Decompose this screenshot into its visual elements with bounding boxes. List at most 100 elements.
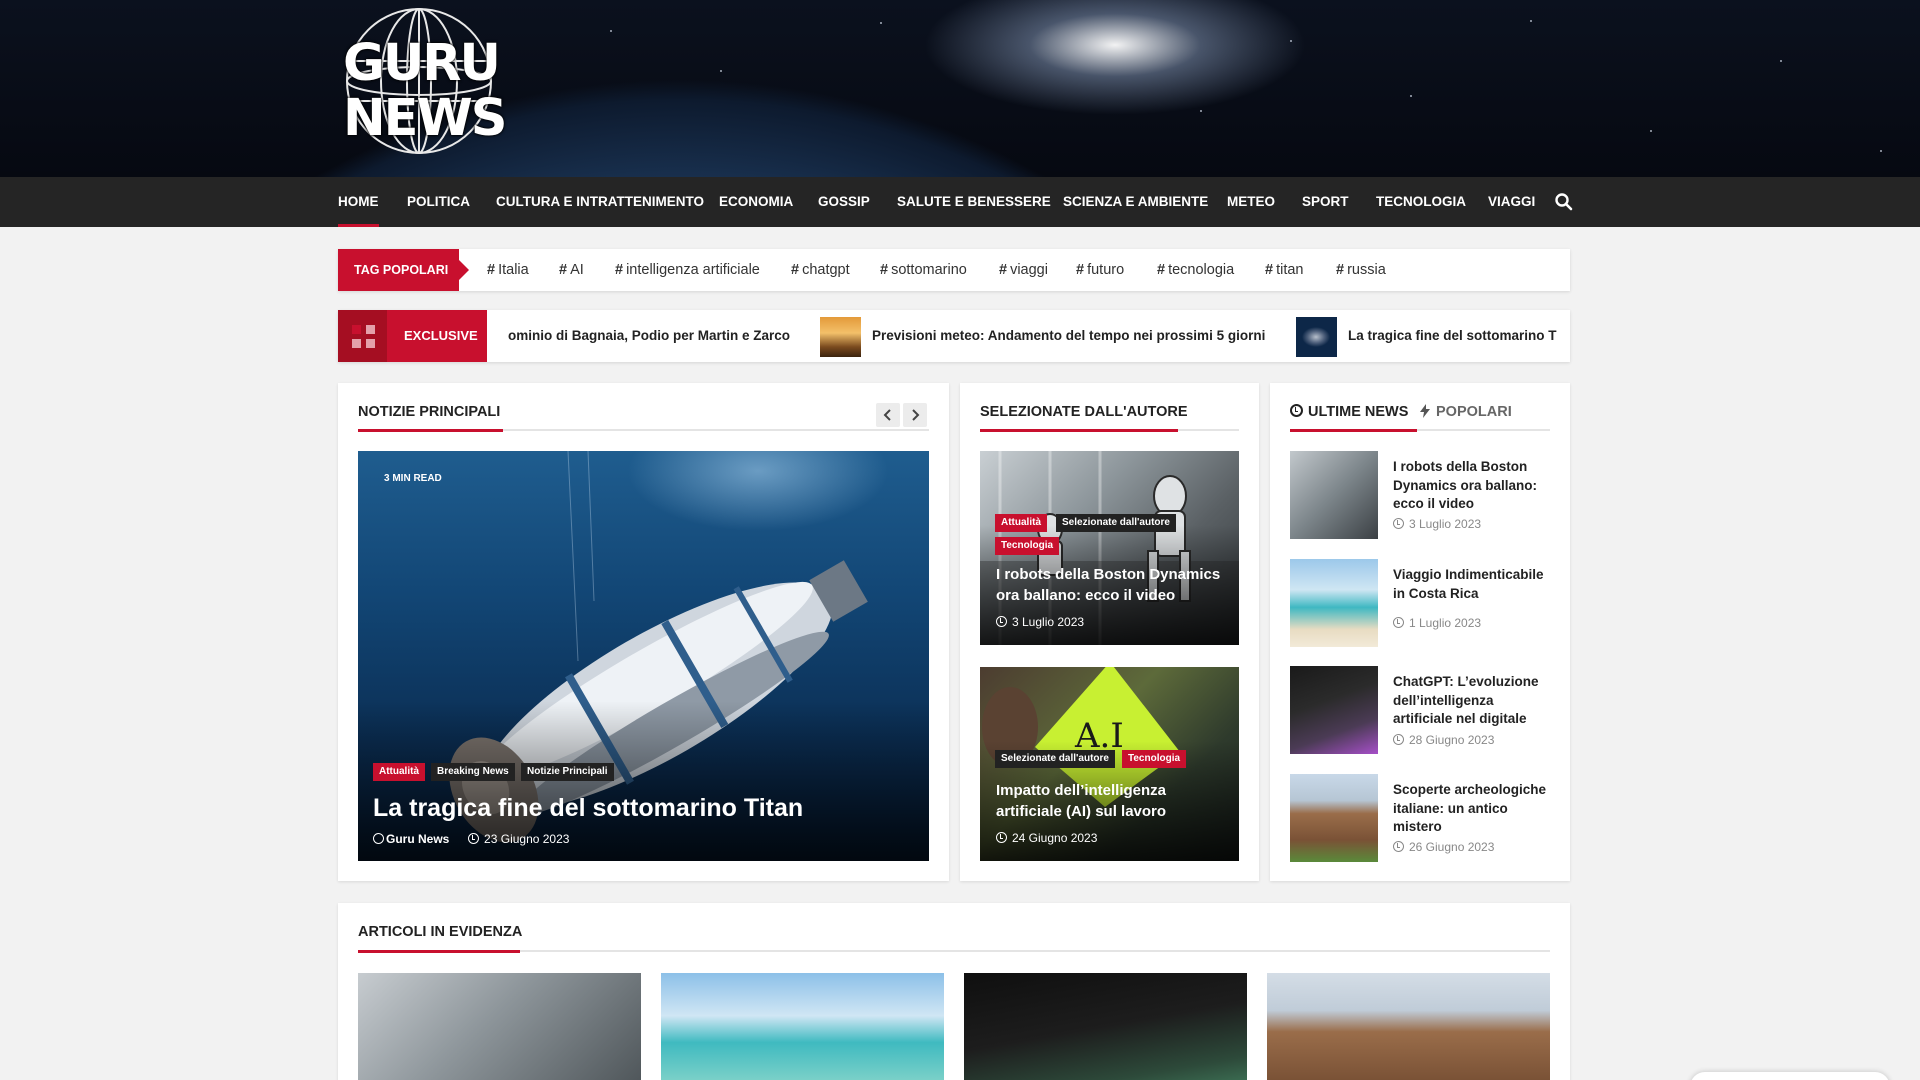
date-text: 24 Giugno 2023 (1012, 831, 1098, 845)
ticker-thumbnail[interactable] (1296, 317, 1337, 357)
tab-label: ULTIME NEWS (1308, 404, 1409, 420)
editor-picks-title: SELEZIONATE DALL'AUTORE (980, 404, 1188, 420)
slider-next-button[interactable] (903, 403, 927, 427)
nav-item-meteo[interactable]: Meteo (1227, 177, 1275, 227)
tag-label: AI (570, 262, 584, 278)
search-icon[interactable] (1554, 192, 1574, 212)
nav-item-economia[interactable]: Economia (719, 177, 793, 227)
sidebar-news-item[interactable]: Scoperte archeologiche italiane: un anti… (1290, 774, 1550, 864)
tag-link[interactable]: # sottomarino (880, 249, 967, 291)
tag-link[interactable]: # titan (1265, 249, 1304, 291)
main-article-title[interactable]: La tragica fine del sottomarino Titan (373, 794, 803, 823)
news-date: 1 Luglio 2023 (1393, 616, 1481, 630)
nav-item-cultura[interactable]: Cultura e intrattenimento (496, 177, 704, 227)
article-author[interactable]: Guru News (386, 832, 449, 846)
sidebar-news-item[interactable]: Viaggio Indimenticabile in Costa Rica 1 … (1290, 559, 1550, 649)
lightning-icon (1420, 404, 1430, 418)
category-badge[interactable]: Attualità (373, 763, 425, 781)
grid-icon (352, 325, 375, 348)
tag-label: intelligenza artificiale (626, 262, 760, 278)
tag-link[interactable]: # chatgpt (791, 249, 850, 291)
tag-label: tecnologia (1168, 262, 1235, 278)
tag-link[interactable]: # AI (559, 249, 584, 291)
nav-item-tecnologia[interactable]: Tecnologia (1376, 177, 1466, 227)
section-divider (358, 950, 1550, 953)
editor-card-date: 3 Luglio 2023 (996, 615, 1084, 629)
tag-link[interactable]: # russia (1336, 249, 1386, 291)
nav-item-home[interactable]: Home (338, 177, 379, 227)
chevron-left-icon (883, 409, 891, 421)
category-badge[interactable]: Selezionate dall'autore (995, 750, 1115, 768)
editor-card[interactable]: A.I Selezionate dall'autore Tecnologia I… (980, 667, 1239, 861)
category-badge[interactable]: Tecnologia (1122, 750, 1187, 768)
logo-text-guru: GURU (343, 34, 501, 93)
tab-popular[interactable]: POPOLARI (1420, 404, 1512, 420)
clock-icon (996, 832, 1007, 843)
news-title[interactable]: Scoperte archeologiche italiane: un anti… (1393, 781, 1548, 837)
news-thumbnail[interactable] (1290, 451, 1378, 539)
main-nav: Home Politica Cultura e intrattenimento … (0, 177, 1920, 227)
tag-link[interactable]: # viaggi (999, 249, 1048, 291)
ticker-item[interactable]: Previsioni meteo: Andamento del tempo ne… (872, 310, 1265, 362)
clock-icon (996, 616, 1007, 627)
news-thumbnail[interactable] (1290, 666, 1378, 754)
featured-thumbnail[interactable] (661, 973, 944, 1080)
tag-label: sottomarino (891, 262, 967, 278)
ticker-item[interactable]: La tragica fine del sottomarino T (1348, 310, 1557, 362)
news-title[interactable]: I robots della Boston Dynamics ora balla… (1393, 458, 1548, 514)
news-title[interactable]: Viaggio Indimenticabile in Costa Rica (1393, 566, 1548, 603)
exclusive-ticker: EXCLUSIVE ominio di Bagnaia, Podio per M… (338, 310, 1570, 362)
news-title[interactable]: ChatGPT: L’evoluzione dell’intelligenza … (1393, 673, 1548, 729)
editor-card-title[interactable]: Impatto dell’intelligenza artificiale (A… (996, 780, 1231, 822)
sidebar-news-item[interactable]: ChatGPT: L’evoluzione dell’intelligenza … (1290, 666, 1550, 756)
nav-item-sport[interactable]: Sport (1302, 177, 1349, 227)
popular-tags-label: TAG POPOLARI (338, 249, 469, 291)
tag-link[interactable]: # Italia (487, 249, 529, 291)
tag-label: futuro (1087, 262, 1125, 278)
date-text: 26 Giugno 2023 (1409, 840, 1495, 854)
news-thumbnail[interactable] (1290, 774, 1378, 862)
featured-thumbnail[interactable] (1267, 973, 1550, 1080)
slider-prev-button[interactable] (876, 403, 900, 427)
clock-icon (1290, 404, 1303, 417)
tag-label: titan (1276, 262, 1304, 278)
category-badge[interactable]: Selezionate dall'autore (1056, 514, 1176, 532)
exclusive-label: EXCLUSIVE (387, 310, 487, 362)
tag-link[interactable]: # intelligenza artificiale (615, 249, 760, 291)
nav-item-scienza[interactable]: Scienza e ambiente (1063, 177, 1208, 227)
clock-icon (1393, 617, 1404, 628)
editor-card[interactable]: Attualità Selezionate dall'autore Tecnol… (980, 451, 1239, 645)
main-article-meta: Guru News 23 Giugno 2023 (373, 832, 569, 846)
section-divider (1290, 429, 1550, 432)
sidebar-news-item[interactable]: I robots della Boston Dynamics ora balla… (1290, 451, 1550, 541)
editor-card-title[interactable]: I robots della Boston Dynamics ora balla… (996, 564, 1231, 606)
tab-latest-news[interactable]: ULTIME NEWS (1290, 404, 1408, 420)
exclusive-icon-box (338, 310, 387, 362)
chat-widget-bubble[interactable] (1690, 1072, 1890, 1080)
tag-label: viaggi (1010, 262, 1048, 278)
category-badge[interactable]: Breaking News (431, 763, 515, 781)
main-article-image[interactable]: 3 MIN READ Attualità Breaking News Notiz… (358, 451, 929, 861)
news-thumbnail[interactable] (1290, 559, 1378, 647)
site-logo[interactable]: GURU NEWS (343, 6, 508, 156)
tag-link[interactable]: # futuro (1076, 249, 1124, 291)
ticker-thumbnail[interactable] (820, 317, 861, 357)
category-badge[interactable]: Notizie Principali (521, 763, 614, 781)
logo-text-news: NEWS (343, 89, 508, 148)
date-text: 28 Giugno 2023 (1409, 733, 1495, 747)
date-text: 3 Luglio 2023 (1012, 615, 1085, 629)
news-date: 28 Giugno 2023 (1393, 733, 1494, 747)
nav-item-salute[interactable]: Salute e benessere (897, 177, 1051, 227)
featured-thumbnail[interactable] (358, 973, 641, 1080)
ticker-item[interactable]: ominio di Bagnaia, Podio per Martin e Za… (508, 310, 790, 362)
tag-link[interactable]: # tecnologia (1157, 249, 1234, 291)
category-badge[interactable]: Attualità (995, 514, 1047, 532)
tag-label: Italia (498, 262, 529, 278)
nav-item-politica[interactable]: Politica (407, 177, 470, 227)
section-divider (358, 429, 929, 432)
clock-icon (1393, 734, 1404, 745)
featured-thumbnail[interactable] (964, 973, 1247, 1080)
nav-item-viaggi[interactable]: Viaggi (1488, 177, 1535, 227)
category-badge[interactable]: Tecnologia (995, 537, 1060, 555)
nav-item-gossip[interactable]: Gossip (818, 177, 870, 227)
